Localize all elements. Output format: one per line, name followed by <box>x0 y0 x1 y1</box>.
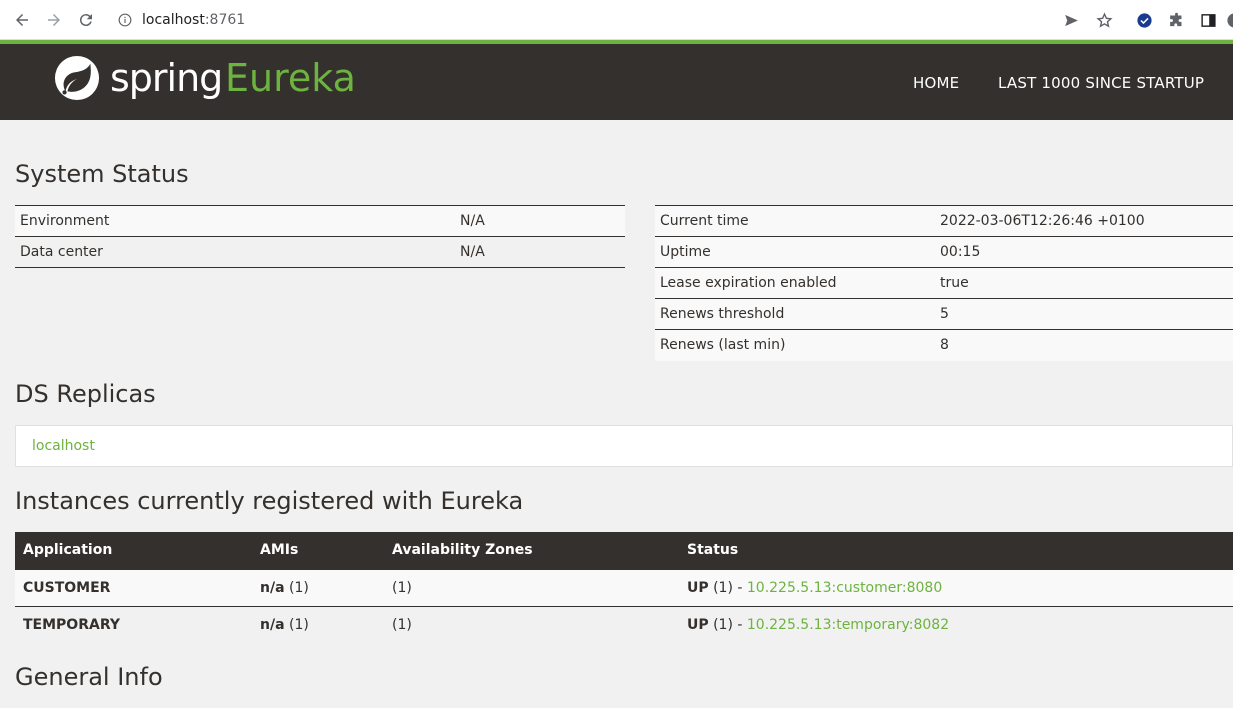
column-header-application: Application <box>15 532 252 569</box>
instances-heading: Instances currently registered with Eure… <box>15 487 524 515</box>
send-icon[interactable] <box>1061 10 1081 30</box>
application-name: CUSTOMER <box>15 568 252 606</box>
profile-avatar-icon[interactable] <box>1224 10 1233 30</box>
system-status-heading: System Status <box>15 160 189 188</box>
table-row: Renews (last min) 8 <box>655 329 1233 361</box>
instance-link[interactable]: 10.225.5.13:temporary:8082 <box>747 617 949 633</box>
table-row: Uptime 00:15 <box>655 236 1233 268</box>
table-row: CUSTOMER n/a (1) (1) UP (1) - 10.225.5.1… <box>15 568 1233 606</box>
side-panel-icon[interactable] <box>1198 10 1218 30</box>
table-row: Current time 2022-03-06T12:26:46 +0100 <box>655 205 1233 237</box>
address-bar[interactable]: localhost:8761 <box>108 5 1128 35</box>
logo-eureka-text: Eureka <box>225 56 356 100</box>
row-label: Environment <box>15 205 455 237</box>
reload-button[interactable] <box>74 8 98 32</box>
status-value: UP <box>687 579 709 596</box>
table-row: Renews threshold 5 <box>655 298 1233 330</box>
status-value: UP <box>687 616 709 633</box>
row-label: Uptime <box>655 236 935 268</box>
reload-icon <box>79 14 92 27</box>
ami-cell: n/a (1) <box>252 568 384 606</box>
table-row: TEMPORARY n/a (1) (1) UP (1) - 10.225.5.… <box>15 605 1233 643</box>
back-button[interactable] <box>10 8 34 32</box>
status-count: (1) - <box>708 616 747 633</box>
ami-value: n/a <box>260 579 285 596</box>
forward-button[interactable] <box>42 8 66 32</box>
instance-link[interactable]: 10.225.5.13:customer:8080 <box>747 580 942 596</box>
row-value: N/A <box>455 236 625 268</box>
row-label: Lease expiration enabled <box>655 267 935 299</box>
spring-leaf-icon[interactable] <box>54 55 100 101</box>
extension-check-icon[interactable] <box>1134 10 1154 30</box>
status-count: (1) - <box>708 579 747 596</box>
row-label: Current time <box>655 205 935 237</box>
row-value: 00:15 <box>935 236 1233 268</box>
system-status-left-table: Environment N/A Data center N/A <box>15 205 625 268</box>
table-header-row: Application AMIs Availability Zones Stat… <box>15 532 1233 569</box>
replica-link-localhost[interactable]: localhost <box>32 438 95 454</box>
row-value: N/A <box>455 205 625 237</box>
row-label: Data center <box>15 236 455 268</box>
table-row: Data center N/A <box>15 236 625 268</box>
zones-cell: (1) <box>384 568 679 606</box>
ds-replicas-list: localhost <box>15 425 1233 467</box>
instances-table: Application AMIs Availability Zones Stat… <box>15 532 1233 643</box>
nav-last-1000-link[interactable]: LAST 1000 SINCE STARTUP <box>998 74 1204 92</box>
ami-count: (1) <box>284 616 309 633</box>
status-cell: UP (1) - 10.225.5.13:temporary:8082 <box>679 605 1233 643</box>
extensions-puzzle-icon[interactable] <box>1166 10 1186 30</box>
application-name: TEMPORARY <box>15 605 252 643</box>
browser-toolbar: localhost:8761 <box>0 0 1233 40</box>
logo-spring-text: spring <box>110 56 223 100</box>
row-value: 8 <box>935 329 1233 361</box>
arrow-left-icon <box>16 14 28 26</box>
url-host: localhost <box>142 12 205 28</box>
status-cell: UP (1) - 10.225.5.13:customer:8080 <box>679 568 1233 606</box>
row-label: Renews (last min) <box>655 329 935 361</box>
zones-cell: (1) <box>384 605 679 643</box>
column-header-zones: Availability Zones <box>384 532 679 569</box>
system-status-right-table: Current time 2022-03-06T12:26:46 +0100 U… <box>655 205 1233 361</box>
ds-replicas-heading: DS Replicas <box>15 380 156 408</box>
ami-count: (1) <box>284 579 309 596</box>
bookmark-star-icon[interactable] <box>1094 10 1114 30</box>
row-value: true <box>935 267 1233 299</box>
general-info-heading: General Info <box>15 663 163 691</box>
column-header-status: Status <box>679 532 1233 569</box>
row-label: Renews threshold <box>655 298 935 330</box>
table-row: Environment N/A <box>15 205 625 237</box>
url-port: :8761 <box>204 12 246 28</box>
table-row: Lease expiration enabled true <box>655 267 1233 299</box>
info-icon[interactable] <box>118 13 132 27</box>
column-header-amis: AMIs <box>252 532 384 569</box>
ami-cell: n/a (1) <box>252 605 384 643</box>
ami-value: n/a <box>260 616 285 633</box>
nav-home-link[interactable]: HOME <box>913 74 959 92</box>
arrow-right-icon <box>48 14 60 26</box>
row-value: 5 <box>935 298 1233 330</box>
row-value: 2022-03-06T12:26:46 +0100 <box>935 205 1233 237</box>
eureka-header: spring Eureka HOME LAST 1000 SINCE START… <box>0 44 1233 120</box>
url-text: localhost:8761 <box>142 12 245 28</box>
